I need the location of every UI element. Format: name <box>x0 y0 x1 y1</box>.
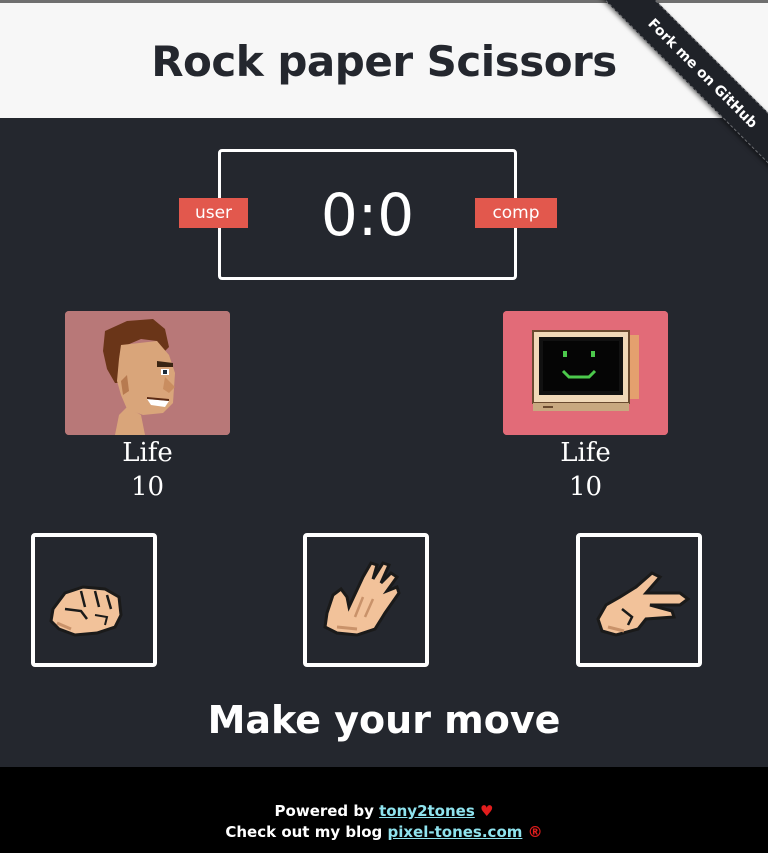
fork-on-github-link[interactable]: Fork me on GitHub <box>598 0 768 178</box>
rock-fist-icon <box>49 585 123 637</box>
user-life-value: 10 <box>130 472 165 502</box>
rock-button[interactable] <box>31 533 157 667</box>
tony2tones-link[interactable]: tony2tones <box>379 802 475 820</box>
page-footer: Powered by tony2tones ♥ Check out my blo… <box>0 767 768 853</box>
comp-life-value: 10 <box>568 472 603 502</box>
comp-avatar <box>503 311 668 435</box>
user-face-icon <box>65 311 230 435</box>
user-life: Life 10 <box>65 436 230 504</box>
registered-icon: ® <box>527 823 543 841</box>
user-avatar <box>65 311 230 435</box>
github-ribbon: Fork me on GitHub <box>588 0 768 180</box>
powered-by-line: Powered by tony2tones ♥ <box>0 801 768 822</box>
comp-life-label: Life <box>560 438 611 468</box>
paper-hand-icon <box>323 561 401 637</box>
page-title: Rock paper Scissors <box>151 37 617 86</box>
blog-line: Check out my blog pixel-tones.com ® <box>0 822 768 843</box>
user-life-label: Life <box>122 438 173 468</box>
heart-icon: ♥ <box>480 802 494 820</box>
scissors-hand-icon <box>596 571 691 637</box>
powered-by-text: Powered by <box>274 802 374 820</box>
user-score-label: user <box>179 198 248 228</box>
score-display: 0:0 <box>320 180 415 249</box>
comp-score-label: comp <box>475 198 557 228</box>
scoreboard: 0:0 <box>218 149 517 280</box>
computer-monitor-icon <box>503 311 668 435</box>
move-prompt: Make your move <box>207 698 561 742</box>
paper-button[interactable] <box>303 533 429 667</box>
scissors-button[interactable] <box>576 533 702 667</box>
pixel-tones-link[interactable]: pixel-tones.com <box>388 823 523 841</box>
blog-text: Check out my blog <box>225 823 383 841</box>
comp-life: Life 10 <box>503 436 668 504</box>
